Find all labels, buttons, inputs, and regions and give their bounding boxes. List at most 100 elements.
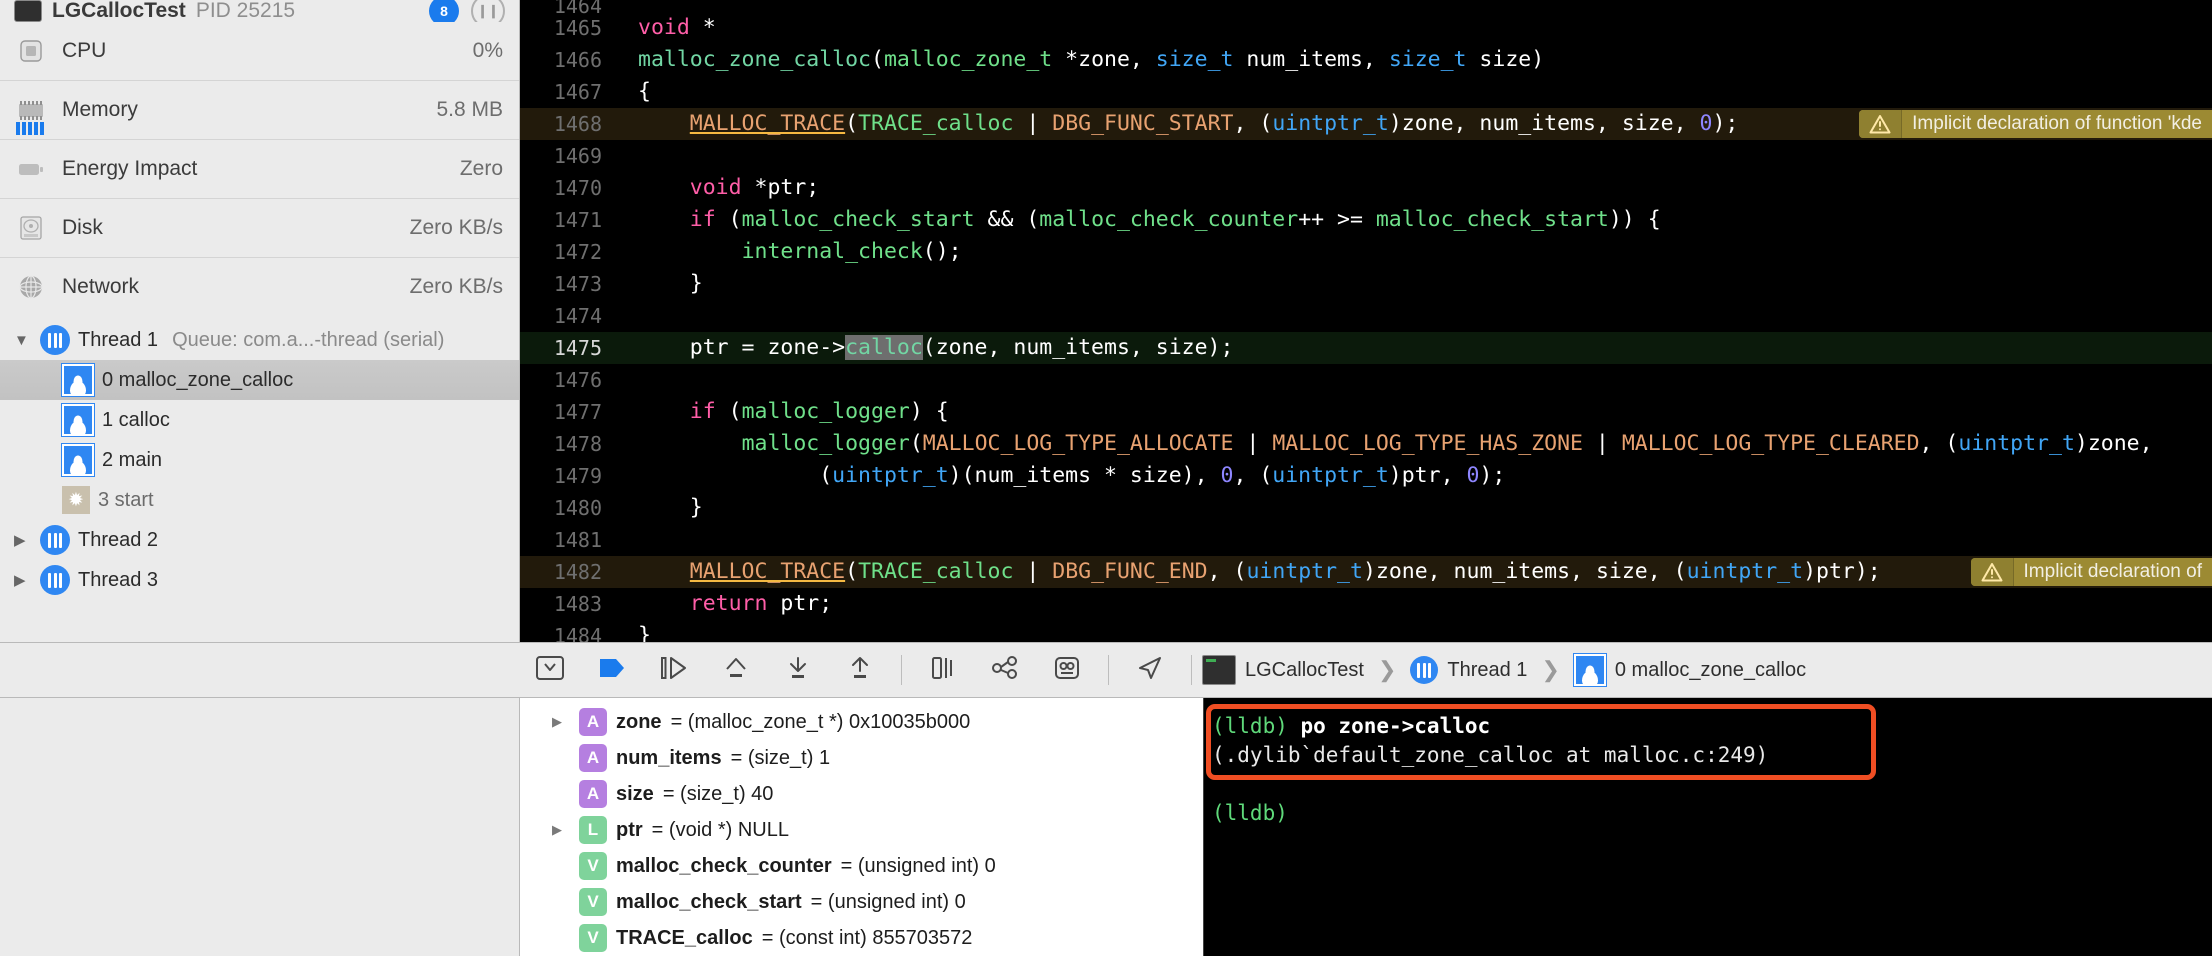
line-number[interactable]: 1480 [520,492,620,524]
code-text[interactable] [620,300,638,332]
code-text[interactable]: if (malloc_check_start && (malloc_check_… [620,204,1661,236]
step-out-button[interactable] [767,644,829,696]
tree-row-frame-0[interactable]: 0 malloc_zone_calloc [0,360,519,400]
tree-row-thread-1[interactable]: Thread 1 Queue: com.a...-thread (serial) [0,320,519,360]
step-over-button[interactable] [643,644,705,696]
code-line[interactable]: 1473 } [520,268,2212,300]
line-number[interactable]: 1477 [520,396,620,428]
line-number[interactable]: 1472 [520,236,620,268]
code-line[interactable]: 1469 [520,140,2212,172]
issue-count-badge[interactable]: 8 [429,0,459,22]
code-text[interactable] [620,140,638,172]
variable-row[interactable]: Vmalloc_check_start = (unsigned int) 0 [520,884,1203,920]
code-text[interactable]: } [620,268,703,300]
line-number[interactable]: 1479 [520,460,620,492]
variable-row[interactable]: Azone = (malloc_zone_t *) 0x10035b000 [520,704,1203,740]
code-line[interactable]: 1478 malloc_logger(MALLOC_LOG_TYPE_ALLOC… [520,428,2212,460]
code-line[interactable]: 1479 (uintptr_t)(num_items * size), 0, (… [520,460,2212,492]
line-number[interactable]: 1465 [520,12,620,44]
variable-row[interactable]: V TRACE_calloc = (const int) 855703572 [520,920,1203,956]
tree-row-frame-1[interactable]: 1 calloc [0,400,519,440]
line-number[interactable]: 1474 [520,300,620,332]
step-out-alt-button[interactable] [829,644,891,696]
location-button[interactable] [1119,644,1181,696]
variables-view[interactable]: Azone = (malloc_zone_t *) 0x10035b000Anu… [520,698,1203,956]
gauge-row-network[interactable]: Network Zero KB/s [0,257,519,316]
code-text[interactable]: malloc_zone_calloc(malloc_zone_t *zone, … [620,44,1544,76]
variable-row[interactable]: Asize = (size_t) 40 [520,776,1203,812]
code-line[interactable]: 1477 if (malloc_logger) { [520,396,2212,428]
variable-row[interactable]: Lptr = (void *) NULL [520,812,1203,848]
code-line[interactable]: 1476 [520,364,2212,396]
source-code-editor[interactable]: 1464 1465 void * 1466 malloc_zone_calloc(mal… [520,0,2212,642]
line-number[interactable]: 1468 [520,108,620,140]
gauge-row-memory[interactable]: Memory 5.8 MB [0,80,519,139]
line-number[interactable]: 1481 [520,524,620,556]
hide-debug-area-button[interactable] [519,644,581,696]
code-line[interactable]: 1480 } [520,492,2212,524]
tree-row-frame-2[interactable]: 2 main [0,440,519,480]
code-text[interactable]: malloc_logger(MALLOC_LOG_TYPE_ALLOCATE |… [620,428,2153,460]
code-line[interactable]: 1483 return ptr; [520,588,2212,620]
code-text[interactable]: ptr = zone->calloc(zone, num_items, size… [620,332,1233,364]
breadcrumb-frame-label[interactable]: 0 malloc_zone_calloc [1615,659,1806,682]
code-line[interactable]: 1484} [520,620,2212,642]
thread-tree[interactable]: Thread 1 Queue: com.a...-thread (serial)… [0,316,519,600]
code-text[interactable]: } [620,492,703,524]
line-number[interactable]: 1469 [520,140,620,172]
line-number[interactable]: 1476 [520,364,620,396]
variable-row[interactable]: Vmalloc_check_counter = (unsigned int) 0 [520,848,1203,884]
debug-navigator-sidebar[interactable]: LGCallocTest PID 25215 8 ❙❙ CPU 0% Memor… [0,0,520,642]
code-line[interactable]: 1481 [520,524,2212,556]
line-number[interactable]: 1482 [520,556,620,588]
continue-button[interactable] [581,644,643,696]
variable-row[interactable]: Anum_items = (size_t) 1 [520,740,1203,776]
line-number[interactable]: 1483 [520,588,620,620]
code-line[interactable]: 1474 [520,300,2212,332]
tree-row-thread-2[interactable]: Thread 2 [0,520,519,560]
line-number[interactable]: 1484 [520,620,620,642]
code-line[interactable]: 1468 MALLOC_TRACE(TRACE_calloc | DBG_FUN… [520,108,2212,140]
code-text[interactable] [620,524,638,556]
simulate-location-button[interactable] [912,644,974,696]
chevron-right-icon[interactable] [14,533,32,548]
tree-row-frame-3[interactable]: 3 start [0,480,519,520]
line-number[interactable]: 1478 [520,428,620,460]
code-text[interactable]: MALLOC_TRACE(TRACE_calloc | DBG_FUNC_STA… [620,108,1739,140]
code-line[interactable]: 1465 void * [520,12,2212,44]
code-text[interactable]: } [620,620,651,642]
code-line[interactable]: 1475 ptr = zone->calloc(zone, num_items,… [520,332,2212,364]
breadcrumb-app-label[interactable]: LGCallocTest [1245,659,1364,682]
debug-breadcrumb[interactable]: LGCallocTest ❯ Thread 1 ❯ 0 malloc_zone_… [1202,654,1806,686]
code-text[interactable]: MALLOC_TRACE(TRACE_calloc | DBG_FUNC_END… [620,556,1881,588]
gauge-row-cpu[interactable]: CPU 0% [0,22,519,80]
gauge-row-energy[interactable]: Energy Impact Zero [0,139,519,198]
code-line[interactable]: 1471 if (malloc_check_start && (malloc_c… [520,204,2212,236]
code-text[interactable]: if (malloc_logger) { [620,396,949,428]
lldb-console[interactable]: (lldb) po zone->calloc (.dylib`default_zo… [1203,698,2212,956]
code-text[interactable]: void * [620,12,716,44]
debug-toolbar[interactable]: LGCallocTest ❯ Thread 1 ❯ 0 malloc_zone_… [0,642,2212,698]
code-line[interactable]: 1472 internal_check(); [520,236,2212,268]
step-into-button[interactable] [705,644,767,696]
chevron-down-icon[interactable] [14,333,32,348]
code-line[interactable]: 1482 MALLOC_TRACE(TRACE_calloc | DBG_FUN… [520,556,2212,588]
code-text[interactable]: (uintptr_t)(num_items * size), 0, (uintp… [620,460,1505,492]
pause-circle-icon[interactable]: ❙❙ [471,0,505,22]
gauge-row-disk[interactable]: Disk Zero KB/s [0,198,519,257]
chevron-right-icon[interactable] [552,714,570,730]
memory-graph-button[interactable] [1036,644,1098,696]
view-hierarchy-button[interactable] [974,644,1036,696]
code-line[interactable]: 1467 { [520,76,2212,108]
code-text[interactable]: internal_check(); [620,236,962,268]
code-text[interactable]: { [620,76,651,108]
line-number[interactable]: 1470 [520,172,620,204]
chevron-right-icon[interactable] [552,822,570,838]
line-number[interactable]: 1473 [520,268,620,300]
line-number[interactable]: 1471 [520,204,620,236]
line-number[interactable]: 1475 [520,332,620,364]
tree-row-thread-3[interactable]: Thread 3 [0,560,519,600]
code-line[interactable]: 1466 malloc_zone_calloc(malloc_zone_t *zo… [520,44,2212,76]
line-number[interactable]: 1466 [520,44,620,76]
inline-warning-banner[interactable]: Implicit declaration of [1970,558,2212,586]
